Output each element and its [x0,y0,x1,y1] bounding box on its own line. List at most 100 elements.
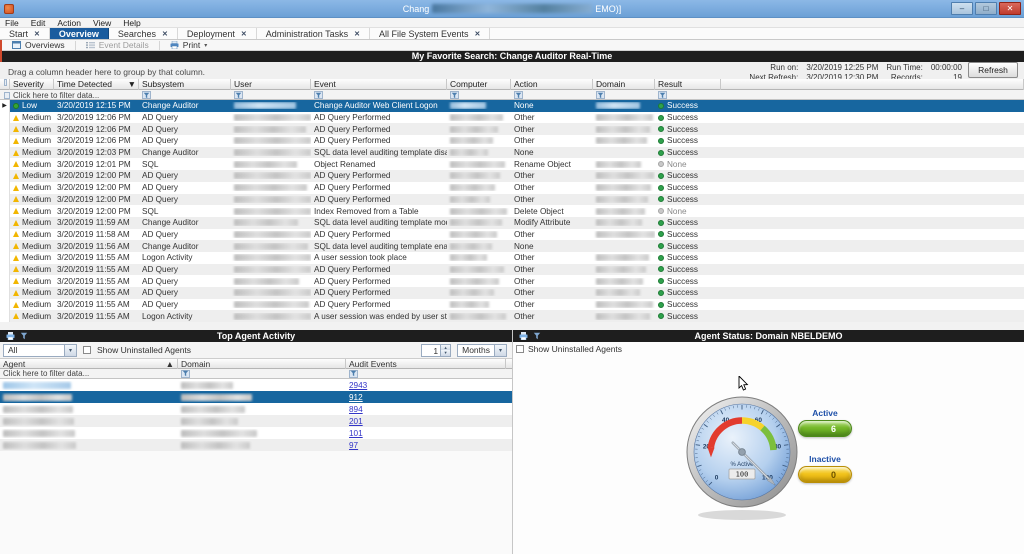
event-row[interactable]: Medium3/20/2019 11:59 AMChange AuditorSQ… [0,217,1024,229]
filter-funnel-icon[interactable] [349,370,358,378]
filter-funnel-icon[interactable] [658,91,667,99]
agent-row[interactable]: 2943 [0,379,512,391]
event-row[interactable]: Medium3/20/2019 12:00 PMAD QueryAD Query… [0,170,1024,182]
event-row[interactable]: Medium3/20/2019 11:58 AMAD QueryAD Query… [0,229,1024,241]
column-header-time-detected[interactable]: Time Detected▼ [54,79,139,90]
agent-filter-row[interactable]: Click here to filter data... [0,369,512,379]
chevron-down-icon[interactable]: ▾ [494,345,506,356]
tab-close-icon[interactable]: ✕ [34,30,40,38]
close-button[interactable]: ✕ [999,2,1021,15]
filter-hint[interactable]: Click here to filter data... [10,90,139,100]
audit-events-link[interactable]: 894 [349,405,363,414]
refresh-button[interactable]: Refresh [968,62,1018,78]
result-success-icon [658,173,664,179]
column-header-domain[interactable]: Domain [593,79,655,90]
event-row[interactable]: Medium3/20/2019 12:06 PMAD QueryAD Query… [0,123,1024,135]
column-header-event[interactable]: Event [311,79,447,90]
agent-row[interactable]: 97 [0,439,512,451]
minimize-button[interactable]: – [951,2,973,15]
filter-funnel-icon[interactable] [142,91,151,99]
tab-close-icon[interactable]: ✕ [162,30,168,38]
filter-corner [0,90,10,100]
tab-close-icon[interactable]: ✕ [241,30,247,38]
tab-start[interactable]: Start✕ [0,28,50,39]
event-row[interactable]: Medium3/20/2019 11:55 AMAD QueryAD Query… [0,287,1024,299]
audit-events-link[interactable]: 97 [349,441,358,450]
agent-row[interactable]: 894 [0,403,512,415]
chevron-down-icon[interactable]: ▾ [64,345,76,356]
tab-searches[interactable]: Searches✕ [109,28,178,39]
event-row[interactable]: Medium3/20/2019 11:55 AMAD QueryAD Query… [0,264,1024,276]
filter-funnel-icon[interactable] [596,91,605,99]
result-label: Success [667,101,698,110]
menu-edit[interactable]: Edit [31,18,46,28]
agent-cell [0,417,178,426]
filter-funnel-icon[interactable] [181,370,190,378]
show-uninstalled-checkbox[interactable] [516,345,524,353]
column-header-subsystem[interactable]: Subsystem [139,79,231,90]
tab-administration-tasks[interactable]: Administration Tasks✕ [257,28,370,39]
tab-close-icon[interactable]: ✕ [475,30,481,38]
agent-scope-select[interactable]: All ▾ [3,344,77,357]
menu-view[interactable]: View [93,18,111,28]
filter-funnel-icon[interactable] [450,91,459,99]
result-success-icon [658,313,664,319]
audit-events-link[interactable]: 912 [349,393,363,402]
severity-label: Medium [22,277,51,286]
time-cell: 3/20/2019 12:06 PM [54,136,139,145]
event-row[interactable]: Medium3/20/2019 11:56 AMChange AuditorSQ… [0,240,1024,252]
column-header-user[interactable]: User [231,79,311,90]
column-header-result[interactable]: Result [655,79,721,90]
filter-funnel-icon[interactable] [314,91,323,99]
event-row[interactable]: Medium3/20/2019 11:55 AMLogon ActivityA … [0,310,1024,322]
agent-cell [0,393,178,402]
action-cell: Other [511,125,593,134]
event-row[interactable]: Medium3/20/2019 12:00 PMSQLIndex Removed… [0,205,1024,217]
audit-events-link[interactable]: 201 [349,417,363,426]
event-row[interactable]: Medium3/20/2019 11:55 AMAD QueryAD Query… [0,275,1024,287]
period-value-spinner[interactable]: 1 ▲ ▼ [421,344,451,357]
column-label: Result [658,79,682,90]
show-uninstalled-checkbox[interactable] [83,346,91,354]
audit-events-link[interactable]: 2943 [349,381,367,390]
event-row[interactable]: Medium3/20/2019 12:06 PMAD QueryAD Query… [0,135,1024,147]
redacted-computer [450,196,490,203]
event-row[interactable]: Medium3/20/2019 12:01 PMSQLObject Rename… [0,158,1024,170]
tab-all-file-system-events[interactable]: All File System Events✕ [370,28,490,39]
inactive-count-pill: 0 [798,466,852,483]
agent-filter-cell [178,370,346,378]
grid-filter-row[interactable]: Click here to filter data... [0,90,1024,100]
event-row[interactable]: Medium3/20/2019 11:55 AMLogon ActivityA … [0,252,1024,264]
tab-deployment[interactable]: Deployment✕ [178,28,257,39]
maximize-button[interactable]: □ [975,2,997,15]
event-row[interactable]: Medium3/20/2019 11:55 AMAD QueryAD Query… [0,299,1024,311]
menu-action[interactable]: Action [57,18,81,28]
event-row[interactable]: Medium3/20/2019 12:06 PMAD QueryAD Query… [0,112,1024,124]
event-row[interactable]: Medium3/20/2019 12:00 PMAD QueryAD Query… [0,182,1024,194]
filter-funnel-icon[interactable] [514,91,523,99]
tab-overview[interactable]: Overview [50,28,109,39]
event-row[interactable]: ▶Low3/20/2019 12:15 PMChange AuditorChan… [0,100,1024,112]
agent-filter-hint[interactable]: Click here to filter data... [0,369,178,378]
column-header-computer[interactable]: Computer [447,79,511,90]
tab-close-icon[interactable]: ✕ [354,30,360,38]
spinner-down-icon[interactable]: ▼ [441,350,450,356]
period-unit-select[interactable]: Months ▾ [457,344,507,357]
column-header-severity[interactable]: Severity [10,79,54,90]
filter-funnel-icon[interactable] [234,91,243,99]
agent-row[interactable]: 101 [0,427,512,439]
menu-help[interactable]: Help [123,18,140,28]
toolbar-event-details[interactable]: Event Details [80,40,155,51]
toolbar-overviews[interactable]: Overviews [6,40,71,51]
column-header-action[interactable]: Action [511,79,593,90]
menu-file[interactable]: File [5,18,19,28]
event-row[interactable]: Medium3/20/2019 12:00 PMAD QueryAD Query… [0,194,1024,206]
event-row[interactable]: Medium3/20/2019 12:03 PMChange AuditorSQ… [0,147,1024,159]
agent-row[interactable]: 912 [0,391,512,403]
toolbar-print[interactable]: Print▾ [164,40,214,51]
audit-events-link[interactable]: 101 [349,429,363,438]
agent-row[interactable]: 201 [0,415,512,427]
window-title: Chang EMO)] [0,0,1024,18]
time-cell: 3/20/2019 11:55 AM [54,253,139,262]
severity-label: Medium [22,125,51,134]
